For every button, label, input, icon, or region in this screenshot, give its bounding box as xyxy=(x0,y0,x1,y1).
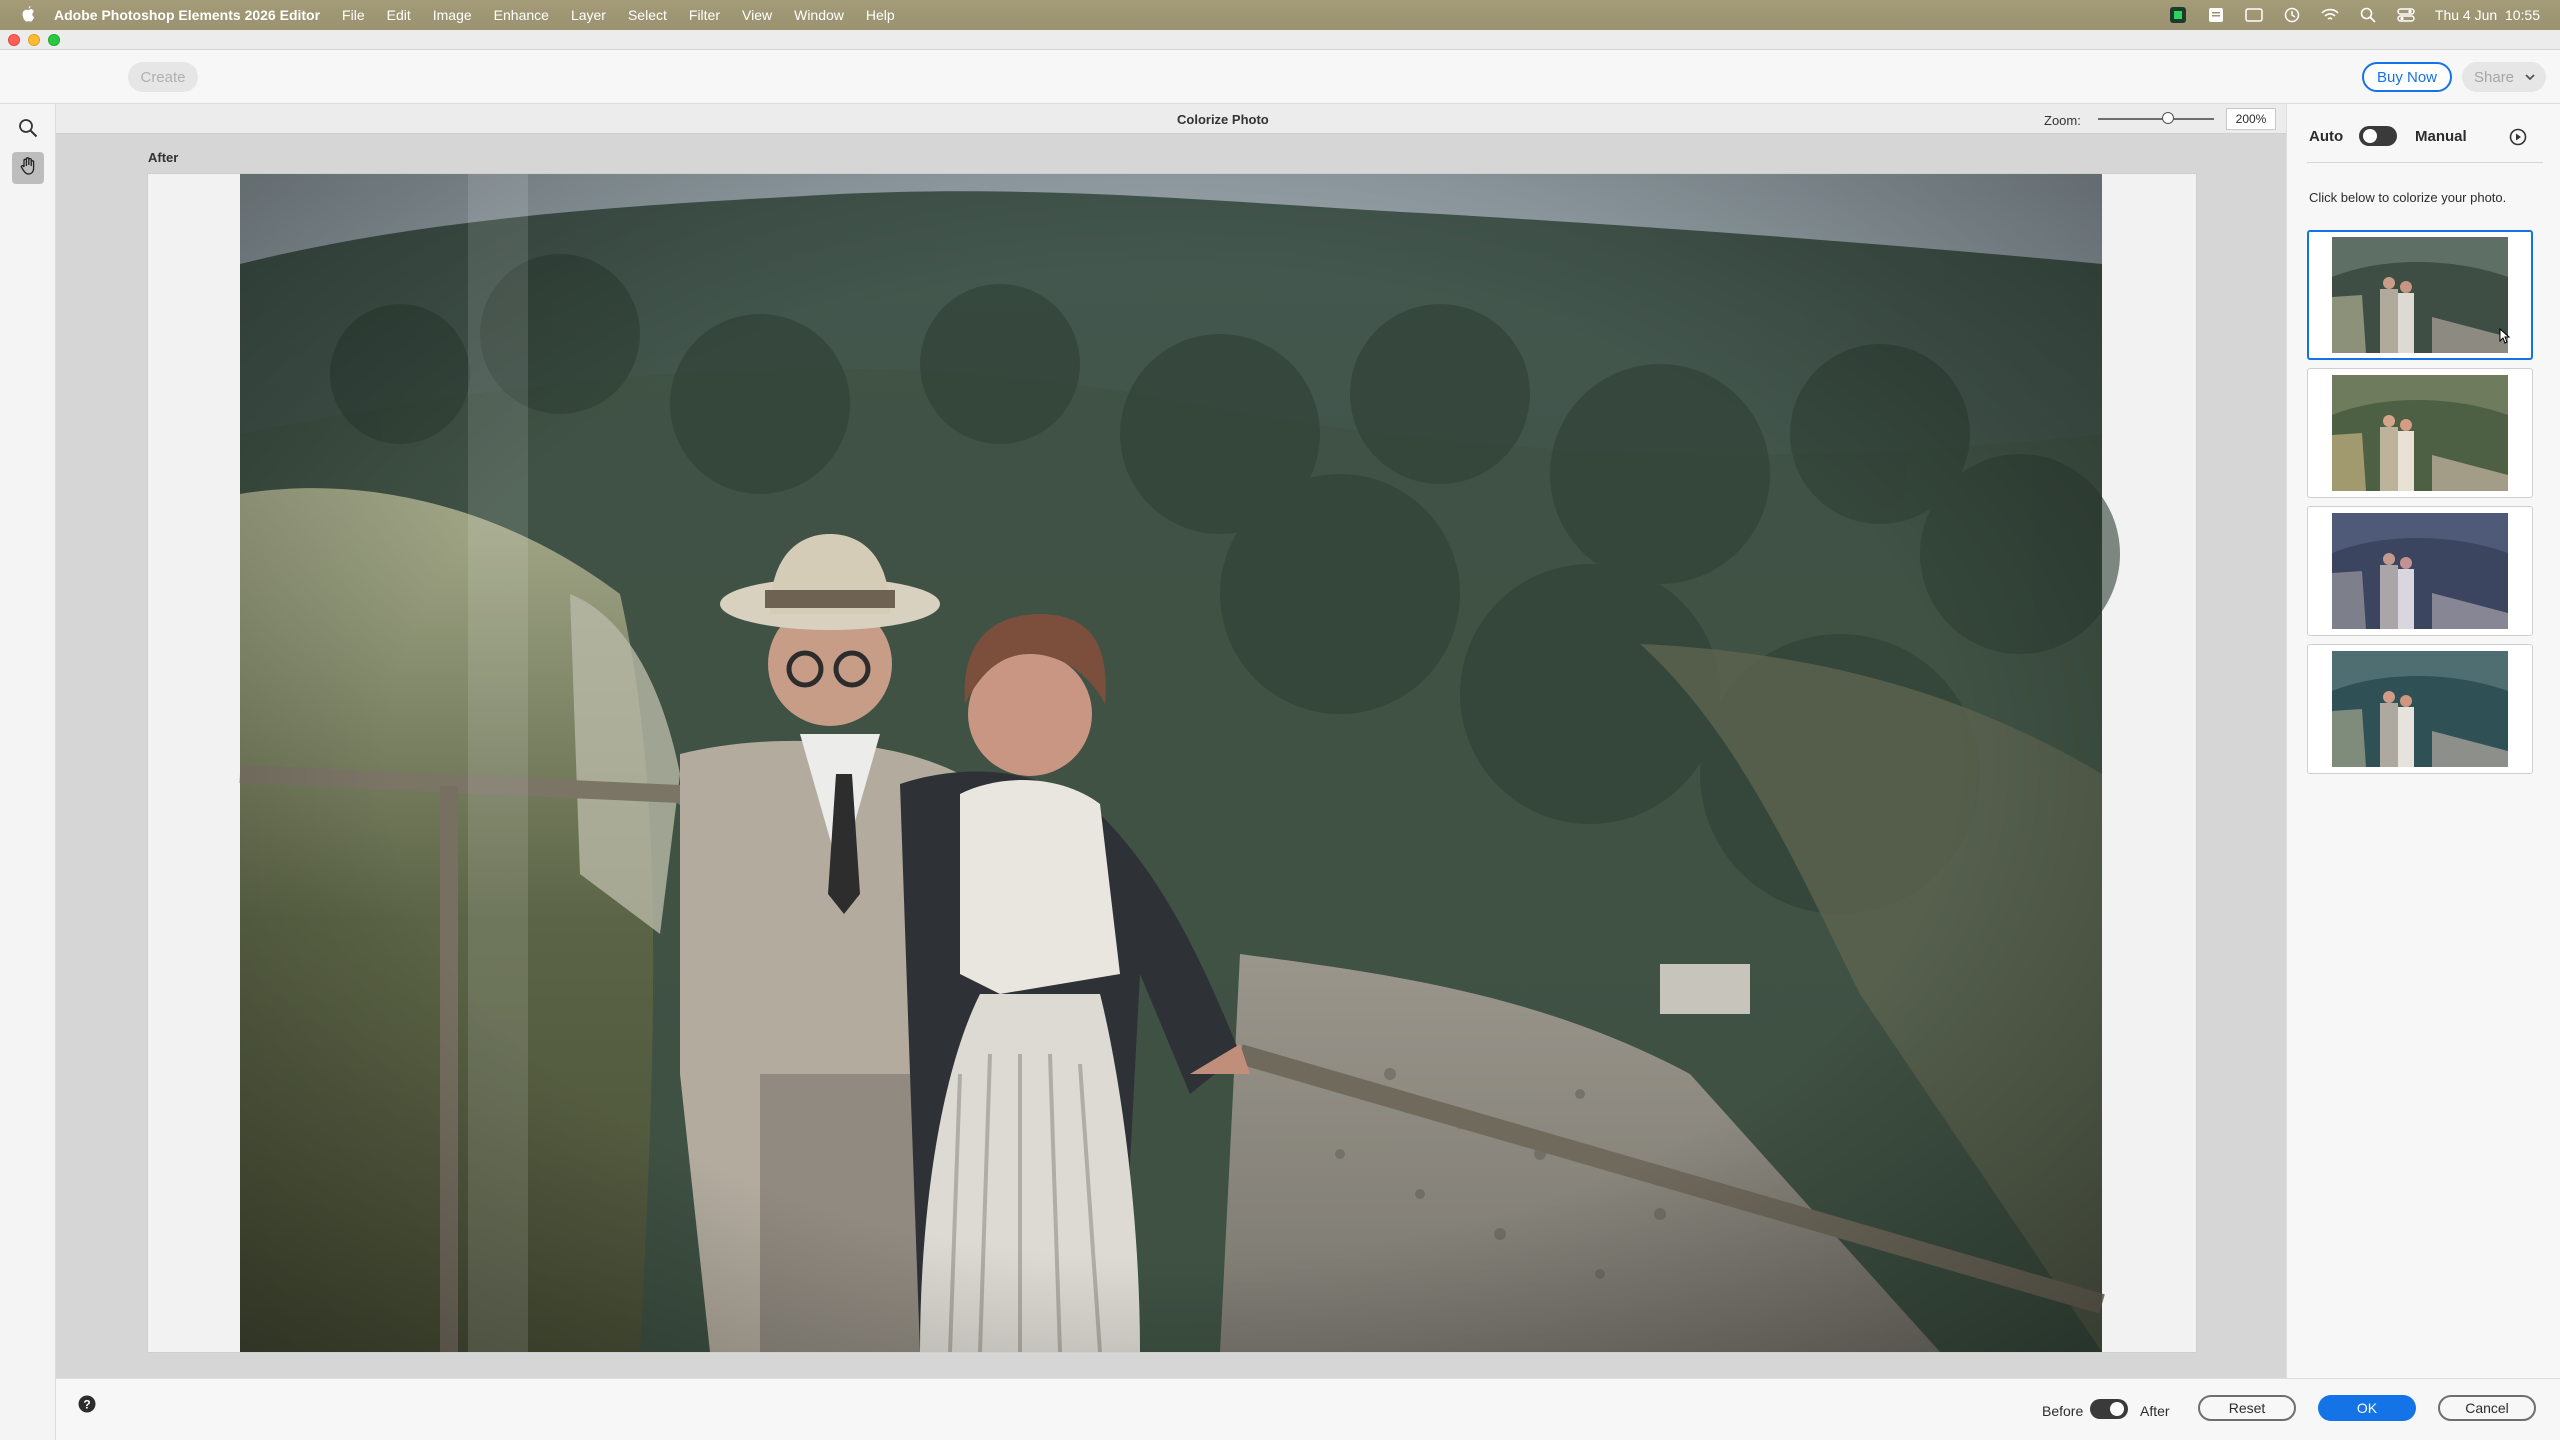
zoom-slider-handle[interactable] xyxy=(2162,112,2174,124)
hand-icon xyxy=(18,156,38,181)
ok-button[interactable]: OK xyxy=(2318,1395,2416,1421)
thumbnail-image xyxy=(2332,651,2508,767)
toggle-knob xyxy=(2363,129,2377,143)
zoom-window-button[interactable] xyxy=(48,34,60,46)
zoom-slider-track xyxy=(2098,118,2214,120)
colorized-photo xyxy=(148,174,2196,1352)
zoom-slider[interactable] xyxy=(2098,110,2214,128)
hand-tool-button[interactable] xyxy=(12,152,44,184)
app-header: Create Buy Now Share xyxy=(0,50,2560,104)
thumbnail-image xyxy=(2332,375,2508,491)
app-name-menu[interactable]: Adobe Photoshop Elements 2026 Editor xyxy=(54,7,320,23)
colorize-option-2[interactable] xyxy=(2307,368,2533,498)
chevron-down-icon xyxy=(2524,70,2536,87)
svg-text:?: ? xyxy=(83,1398,90,1412)
search-icon xyxy=(18,118,38,143)
photo-canvas[interactable] xyxy=(148,174,2196,1352)
auto-label: Auto xyxy=(2309,128,2344,145)
colorize-option-3[interactable] xyxy=(2307,506,2533,636)
colorize-panel: Auto Manual Click below to colorize your… xyxy=(2286,104,2560,1378)
menu-edit[interactable]: Edit xyxy=(387,7,411,23)
menu-view[interactable]: View xyxy=(742,7,772,23)
close-window-button[interactable] xyxy=(8,34,20,46)
share-button[interactable]: Share xyxy=(2462,62,2546,92)
menu-layer[interactable]: Layer xyxy=(571,7,606,23)
zoom-label: Zoom: xyxy=(2044,113,2081,128)
auto-manual-toggle[interactable] xyxy=(2359,126,2397,146)
zoom-value-field[interactable]: 200% xyxy=(2226,108,2276,130)
view-label: After xyxy=(148,150,179,165)
spotlight-search-icon[interactable] xyxy=(2359,7,2377,23)
menu-enhance[interactable]: Enhance xyxy=(494,7,549,23)
control-center-icon[interactable] xyxy=(2397,7,2415,23)
instruction-text: Click below to colorize your photo. xyxy=(2309,190,2507,205)
toggle-knob xyxy=(2110,1402,2124,1416)
before-after-toggle[interactable] xyxy=(2090,1399,2128,1419)
menu-image[interactable]: Image xyxy=(433,7,472,23)
canvas-header: Colorize Photo Zoom: 200% xyxy=(56,104,2286,134)
display-status-icon[interactable] xyxy=(2245,7,2263,23)
menu-filter[interactable]: Filter xyxy=(689,7,720,23)
minimize-window-button[interactable] xyxy=(28,34,40,46)
wifi-icon[interactable] xyxy=(2321,7,2339,23)
menubar-clock[interactable]: Thu 4 Jun 10:55 xyxy=(2435,7,2540,23)
thumbnail-image xyxy=(2332,513,2508,629)
share-label: Share xyxy=(2474,68,2515,86)
colorize-option-1[interactable] xyxy=(2307,230,2533,360)
manual-label: Manual xyxy=(2415,128,2467,145)
after-label: After xyxy=(2140,1403,2170,1419)
window-titlebar xyxy=(0,30,2560,50)
photoshop-status-icon[interactable] xyxy=(2169,7,2187,23)
bottom-bar: ? Before After Reset OK Cancel xyxy=(56,1378,2560,1440)
notes-status-icon[interactable] xyxy=(2207,7,2225,23)
menu-select[interactable]: Select xyxy=(628,7,667,23)
cancel-button[interactable]: Cancel xyxy=(2438,1395,2536,1421)
reset-button[interactable]: Reset xyxy=(2198,1395,2296,1421)
create-button[interactable]: Create xyxy=(128,62,198,92)
play-icon[interactable] xyxy=(2509,128,2527,151)
canvas-area: Colorize Photo Zoom: 200% After xyxy=(56,104,2286,1378)
menu-bar: Adobe Photoshop Elements 2026 Editor Fil… xyxy=(0,0,2560,30)
before-label: Before xyxy=(2042,1403,2084,1419)
dialog-title: Colorize Photo xyxy=(1177,112,1269,127)
menu-help[interactable]: Help xyxy=(866,7,895,23)
colorize-option-4[interactable] xyxy=(2307,644,2533,774)
apple-icon[interactable] xyxy=(18,5,38,25)
panel-divider xyxy=(2307,162,2543,163)
tool-bar xyxy=(0,104,56,1440)
thumbnail-image xyxy=(2332,237,2508,353)
zoom-tool-button[interactable] xyxy=(12,114,44,146)
menu-window[interactable]: Window xyxy=(794,7,844,23)
menu-file[interactable]: File xyxy=(342,7,365,23)
time-machine-icon[interactable] xyxy=(2283,7,2301,23)
buy-now-button[interactable]: Buy Now xyxy=(2362,62,2452,92)
help-icon[interactable]: ? xyxy=(78,1395,96,1418)
